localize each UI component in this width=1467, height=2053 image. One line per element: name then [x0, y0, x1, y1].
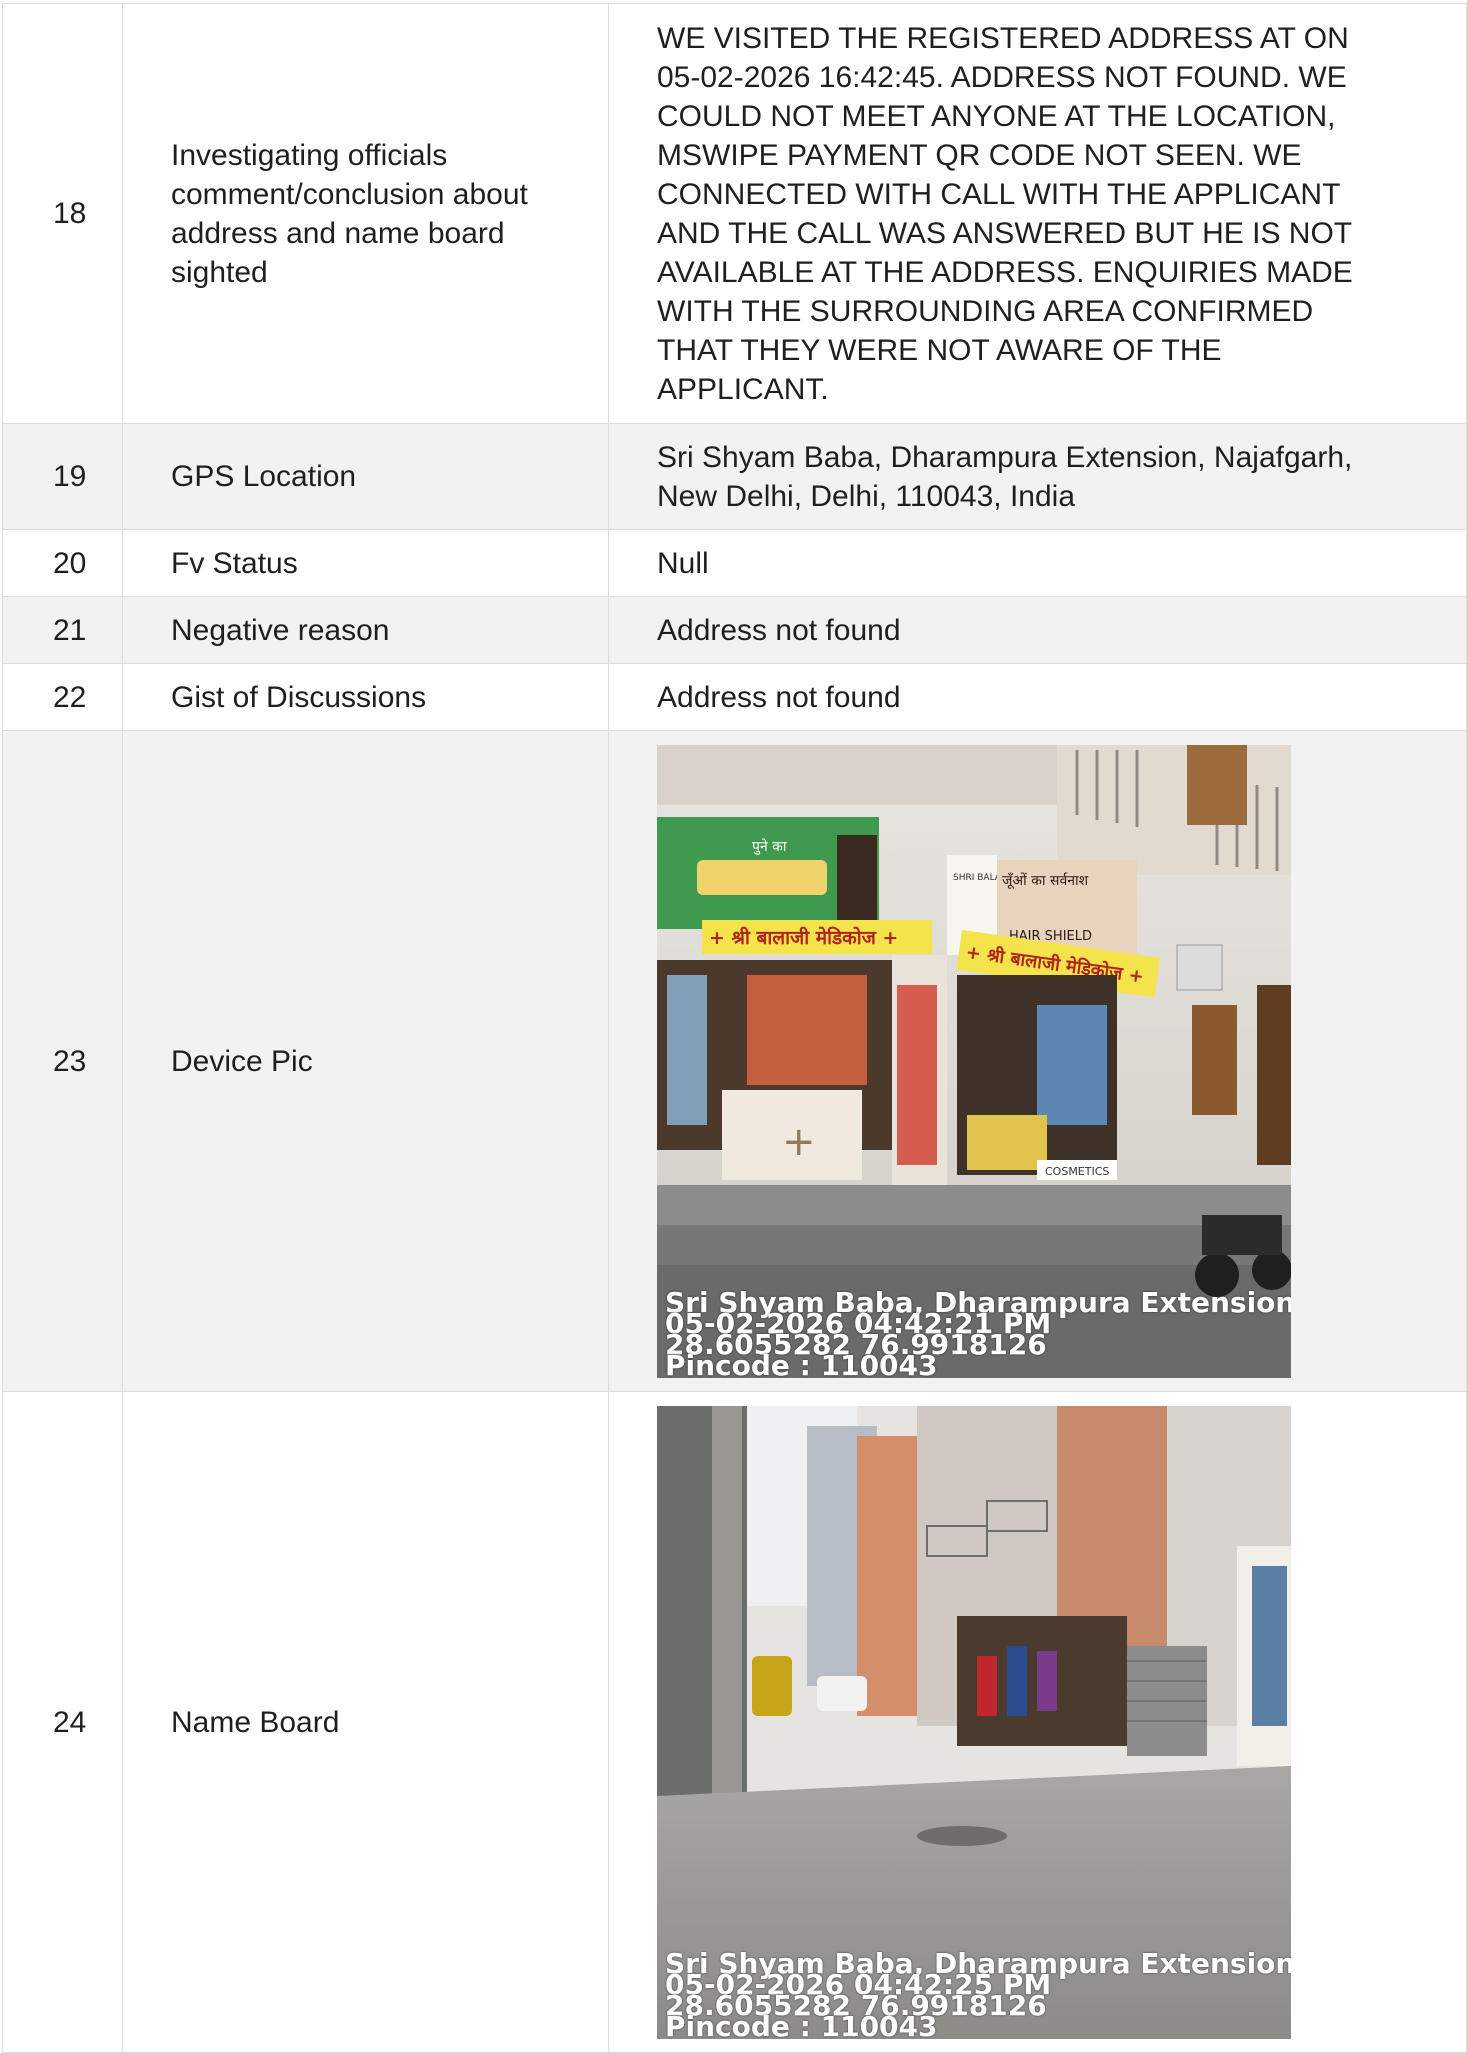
row-label: Gist of Discussions — [122, 663, 609, 731]
row-value: पुने का SHRI BALAJI MEDICOS जूँओं का सर्… — [608, 730, 1467, 1392]
row-number: 21 — [2, 596, 123, 664]
report-table: 18 Investigating officials comment/concl… — [2, 3, 1467, 2053]
row-value: Null — [608, 529, 1467, 597]
row-label: Name Board — [122, 1391, 609, 2053]
row-label: GPS Location — [122, 423, 609, 530]
row-number: 20 — [2, 529, 123, 597]
label-line: Investigating officials — [171, 138, 448, 172]
row-label: Negative reason — [122, 596, 609, 664]
device-photo: पुने का SHRI BALAJI MEDICOS जूँओं का सर्… — [657, 744, 1291, 1378]
row-number: 22 — [2, 663, 123, 731]
table-row: 24 Name Board Sri Shyam Baba, Dharampura… — [2, 1391, 1467, 2053]
table-row: 18 Investigating officials comment/concl… — [2, 3, 1467, 424]
pharmacy-storefront-image: पुने का SHRI BALAJI MEDICOS जूँओं का सर्… — [657, 744, 1291, 1378]
photo-stamp: Sri Shyam Baba, Dharampura Extension, Na… — [665, 1288, 1291, 1378]
sign-text: जूँओं का सर्वनाश — [1002, 872, 1089, 889]
label-line: address and name board — [171, 216, 505, 250]
street-image — [657, 1405, 1291, 2039]
row-value: Sri Shyam Baba, Dharampura Extension, Na… — [608, 423, 1467, 530]
row-number: 24 — [2, 1391, 123, 2053]
row-value: WE VISITED THE REGISTERED ADDRESS AT ON … — [608, 3, 1467, 424]
photo-stamp: Sri Shyam Baba, Dharampura Extension, Na… — [665, 1949, 1291, 2039]
row-label: Investigating officials comment/conclusi… — [122, 3, 609, 424]
value-line: COULD NOT MEET ANYONE AT THE LOCATION, — [657, 99, 1336, 133]
row-number: 18 — [2, 3, 123, 424]
cross-icon: + — [782, 1119, 816, 1165]
row-value: Sri Shyam Baba, Dharampura Extension, Na… — [608, 1391, 1467, 2053]
table-row: 20 Fv Status Null — [2, 529, 1467, 597]
label-line: sighted — [171, 255, 268, 289]
table-row: 21 Negative reason Address not found — [2, 596, 1467, 664]
row-label: Fv Status — [122, 529, 609, 597]
value-line: WE VISITED THE REGISTERED ADDRESS AT ON — [657, 21, 1349, 55]
label-line: comment/conclusion about — [171, 177, 528, 211]
table-row: 23 Device Pic पुने का SHRI BALAJI जूँओं … — [2, 730, 1467, 1392]
table-row: 22 Gist of Discussions Address not found — [2, 663, 1467, 731]
value-line: CONNECTED WITH CALL WITH THE APPLICANT — [657, 177, 1341, 211]
value-line: AND THE CALL WAS ANSWERED BUT HE IS NOT — [657, 216, 1353, 250]
row-value: Address not found — [608, 596, 1467, 664]
value-line: Sri Shyam Baba, Dharampura Extension, Na… — [657, 440, 1353, 474]
value-line: APPLICANT. — [657, 372, 829, 406]
sign-text: COSMETICS — [1045, 1165, 1109, 1178]
row-number: 23 — [2, 730, 123, 1392]
value-line: 05-02-2026 16:42:45. ADDRESS NOT FOUND. … — [657, 60, 1347, 94]
sign-text: + श्री बालाजी मेडिकोज + — [709, 926, 898, 949]
value-line: AVAILABLE AT THE ADDRESS. ENQUIRIES MADE — [657, 255, 1353, 289]
name-board-photo: Sri Shyam Baba, Dharampura Extension, Na… — [657, 1405, 1291, 2039]
sign-text: पुने का — [752, 838, 787, 855]
row-label: Device Pic — [122, 730, 609, 1392]
value-line: MSWIPE PAYMENT QR CODE NOT SEEN. WE — [657, 138, 1302, 172]
value-line: New Delhi, Delhi, 110043, India — [657, 479, 1076, 513]
value-line: THAT THEY WERE NOT AWARE OF THE — [657, 333, 1222, 367]
row-number: 19 — [2, 423, 123, 530]
row-value: Address not found — [608, 663, 1467, 731]
value-line: WITH THE SURROUNDING AREA CONFIRMED — [657, 294, 1314, 328]
table-row: 19 GPS Location Sri Shyam Baba, Dharampu… — [2, 423, 1467, 530]
